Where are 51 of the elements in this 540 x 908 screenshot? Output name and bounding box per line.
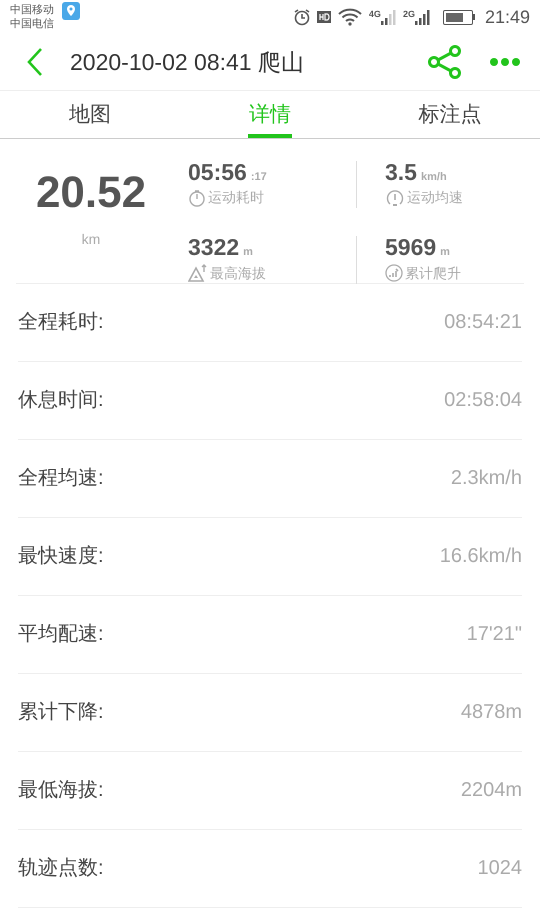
stat-value: 5969 — [385, 236, 436, 260]
stat-unit: m — [243, 245, 253, 260]
stat-label: 运动耗时 — [208, 188, 264, 208]
wifi-icon — [336, 8, 363, 26]
detail-label: 平均配速: — [18, 622, 104, 648]
network-type: 4G — [368, 9, 381, 20]
detail-value: 08:54:21 — [444, 310, 522, 336]
gauge-icon — [385, 188, 405, 207]
detail-value: 17'21" — [466, 622, 522, 648]
stat-unit: m — [440, 245, 450, 260]
hd-icon — [316, 11, 331, 24]
detail-label: 累计下降: — [18, 700, 104, 726]
signal-icon — [414, 9, 431, 26]
stat-value: 3.5 — [385, 160, 417, 184]
stat-unit: km/h — [420, 170, 447, 185]
stat-label: 累计爬升 — [405, 264, 461, 283]
carrier-name: 中国移动 — [10, 3, 54, 18]
signal-icon — [380, 9, 397, 26]
distance-unit: km — [82, 230, 100, 250]
tab[interactable]: 地图 — [0, 91, 180, 138]
detail-label: 全程均速: — [18, 466, 104, 492]
network-type: 2G — [402, 9, 415, 20]
detail-value: 1024 — [478, 856, 522, 882]
detail-label: 全程耗时: — [18, 310, 104, 336]
detail-value: 16.6km/h — [440, 544, 522, 570]
stat-value: 3322 — [188, 236, 240, 260]
carrier-name: 中国电信 — [10, 17, 54, 32]
detail-label: 最低海拔: — [18, 778, 104, 804]
back-chevron-icon — [27, 47, 43, 78]
mountain-icon — [188, 264, 208, 282]
stat-label: 最高海拔 — [210, 264, 266, 283]
share-icon — [427, 44, 463, 80]
detail-value: 4878m — [460, 700, 522, 726]
alarm-icon — [292, 8, 311, 26]
climb-chart-icon — [385, 264, 403, 282]
detail-value: 2.3km/h — [450, 466, 522, 492]
detail-label: 休息时间: — [18, 388, 104, 414]
tab[interactable]: 标注点 — [360, 91, 540, 138]
detail-label: 最快速度: — [18, 544, 104, 570]
stopwatch-icon — [188, 188, 206, 207]
detail-value: 2204m — [460, 778, 522, 804]
stat-unit: :17 — [250, 170, 267, 185]
page-title: 2020-10-02 08:41 爬山 — [70, 48, 305, 77]
detail-label: 轨迹点数: — [18, 856, 104, 882]
more-icon — [489, 57, 521, 68]
stat-value: 05:56 — [188, 160, 247, 184]
clock-time: 21:49 — [484, 6, 530, 29]
battery-icon — [442, 10, 475, 25]
stat-label: 运动均速 — [407, 188, 463, 208]
distance-value: 20.52 — [36, 171, 146, 216]
detail-value: 02:58:04 — [444, 388, 522, 414]
